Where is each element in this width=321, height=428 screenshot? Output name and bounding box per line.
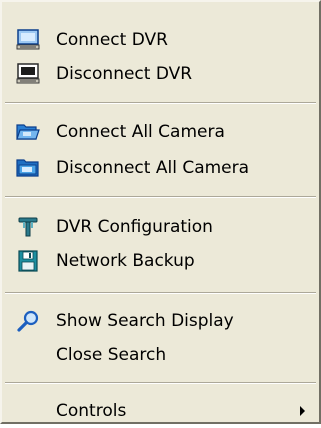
menu-item-label: Connect All Camera	[56, 122, 225, 142]
menu-separator	[5, 292, 316, 294]
folder-open-icon	[16, 121, 40, 143]
menu-item-connect-all-camera[interactable]: Connect All Camera	[2, 115, 319, 149]
menu-item-label: DVR Configuration	[56, 217, 213, 237]
monitor-dark-icon	[16, 63, 40, 85]
menu-item-label: Connect DVR	[56, 30, 168, 50]
menu-item-disconnect-dvr[interactable]: Disconnect DVR	[2, 57, 319, 91]
menu-item-close-search[interactable]: Close Search	[2, 338, 319, 372]
menu-item-disconnect-all-camera[interactable]: Disconnect All Camera	[2, 151, 319, 185]
menu-item-label: Controls	[56, 401, 127, 421]
tools-icon	[16, 216, 40, 238]
folder-closed-icon	[16, 157, 40, 179]
floppy-disk-icon	[16, 250, 40, 272]
menu-item-label: Disconnect All Camera	[56, 158, 250, 178]
menu-item-label: Close Search	[56, 345, 167, 365]
magnifier-icon	[16, 310, 40, 332]
submenu-arrow-icon	[300, 406, 305, 416]
menu-separator	[5, 196, 316, 198]
menu-separator	[5, 102, 316, 104]
menu-item-dvr-configuration[interactable]: DVR Configuration	[2, 210, 319, 244]
menu-item-controls[interactable]: Controls	[2, 394, 319, 428]
menu-item-label: Show Search Display	[56, 311, 234, 331]
monitor-icon	[16, 29, 40, 51]
menu-item-connect-dvr[interactable]: Connect DVR	[2, 23, 319, 57]
menu-separator	[5, 382, 316, 384]
context-menu: Connect DVR Disconnect DVR Connect All C…	[0, 0, 321, 424]
menu-item-label: Disconnect DVR	[56, 64, 193, 84]
menu-item-show-search-display[interactable]: Show Search Display	[2, 304, 319, 338]
menu-item-network-backup[interactable]: Network Backup	[2, 244, 319, 278]
menu-item-label: Network Backup	[56, 251, 195, 271]
